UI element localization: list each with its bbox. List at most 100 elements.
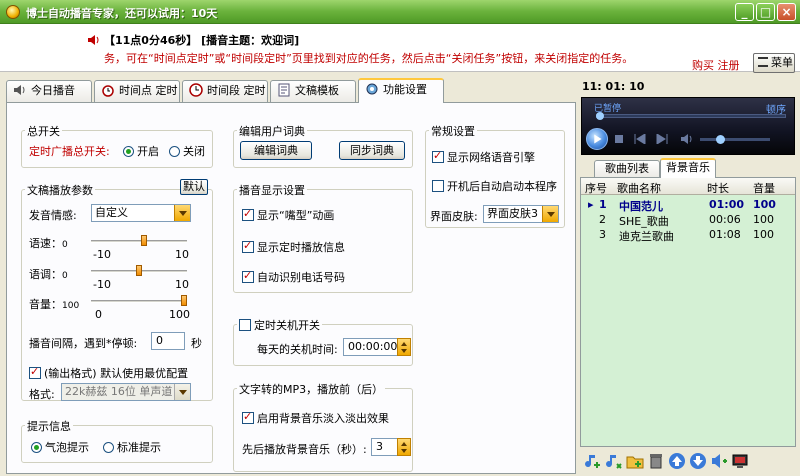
close-button[interactable]: × — [777, 3, 796, 21]
volume-bar[interactable] — [700, 138, 770, 141]
col-name[interactable]: 歌曲名称 — [617, 180, 661, 196]
buy-link[interactable]: 购买 — [692, 59, 714, 72]
volume-slider[interactable] — [91, 300, 187, 303]
radio-off-indicator — [103, 442, 114, 453]
notice-message: 务，可在“时间点定时”或“时间段定时”页里找到对应的任务，然后点击“关闭任务”按… — [104, 52, 634, 65]
bgm-seconds-spinner[interactable] — [397, 438, 411, 456]
col-number[interactable]: 序号 — [585, 180, 607, 196]
master-on-radio[interactable]: 开启 — [123, 143, 159, 159]
play-button[interactable] — [586, 128, 608, 150]
skin-label: 界面皮肤: — [430, 210, 478, 223]
move-down-icon[interactable] — [689, 452, 707, 470]
add-folder-icon[interactable] — [626, 452, 644, 470]
seek-bar[interactable] — [596, 114, 786, 118]
sync-dictionary-button[interactable]: 同步词典 — [339, 141, 405, 160]
volume-thumb[interactable] — [716, 135, 725, 144]
format-select[interactable]: 22k赫兹 16位 单声道 — [61, 383, 191, 401]
volume-slider-thumb[interactable] — [181, 295, 187, 306]
tab-timespan[interactable]: 时间段 定时 — [182, 80, 268, 102]
tab-templates[interactable]: 文稿模板 — [270, 80, 356, 102]
show-engine-checkbox[interactable]: 显示网络语音引擎 — [432, 149, 535, 165]
volume-icon[interactable] — [680, 133, 694, 145]
bgm-seconds-label: 先后播放背景音乐（秒）: — [242, 443, 367, 456]
radio-on-indicator — [123, 146, 134, 157]
speaker-icon — [14, 85, 25, 95]
shutdown-time-label: 每天的关机时间: — [257, 343, 338, 356]
title-bar[interactable]: 博士自动播音专家，还可以试用：10天 _ □ × — [0, 0, 800, 24]
interval-label: 播音间隔，遇到*停顿: — [29, 337, 138, 350]
alarm-clock-icon — [102, 85, 114, 97]
list-item[interactable]: 2 SHE_歌曲 00:06 100 — [581, 213, 795, 228]
notice-bar: 【11点0分46秒】 [播音主题：欢迎词] 务，可在“时间点定时”或“时间段定时… — [0, 24, 800, 73]
tab-settings[interactable]: 功能设置 — [358, 78, 444, 103]
play-icon — [594, 134, 602, 144]
chevron-down-icon — [542, 206, 558, 222]
checkbox-indicator — [432, 149, 444, 163]
mp3-group — [233, 388, 413, 472]
show-mouth-anim-checkbox[interactable]: 显示“嘴型”动画 — [242, 207, 334, 223]
volume-adjust-icon[interactable] — [710, 452, 728, 470]
list-item[interactable]: 3 迪克兰歌曲 01:08 100 — [581, 228, 795, 243]
col-volume[interactable]: 音量 — [753, 180, 775, 196]
speed-label: 语速： — [29, 237, 62, 250]
standard-tip-radio[interactable]: 标准提示 — [103, 439, 161, 455]
interval-input[interactable]: 0 — [151, 332, 185, 350]
tab-song-list[interactable]: 歌曲列表 — [594, 160, 660, 177]
move-up-icon[interactable] — [668, 452, 686, 470]
previous-icon[interactable] — [634, 134, 646, 144]
checkbox-indicator — [242, 207, 254, 221]
register-link[interactable]: 注册 — [718, 59, 740, 72]
song-list[interactable]: 序号 歌曲名称 时长 音量 ▸ 1 中国范儿 01:00 100 2 SHE_歌… — [580, 177, 796, 447]
format-label: 格式: — [29, 388, 55, 401]
autostart-checkbox[interactable]: 开机后自动启动本程序 — [432, 178, 557, 194]
seek-thumb[interactable] — [596, 112, 604, 120]
add-bgm-icon[interactable] — [605, 452, 623, 470]
master-switch-label: 定时广播总开关: — [29, 145, 110, 158]
edit-dictionary-button[interactable]: 编辑词典 — [240, 141, 312, 160]
show-timed-info-checkbox[interactable]: 显示定时播放信息 — [242, 239, 345, 255]
default-button[interactable]: 默认 — [180, 179, 208, 195]
shutdown-time-spinner[interactable] — [397, 338, 411, 356]
bgm-fade-checkbox[interactable]: 启用背景音乐淡入淡出效果 — [242, 410, 389, 426]
stop-icon[interactable] — [614, 134, 624, 144]
next-icon[interactable] — [656, 134, 668, 144]
settings-panel: 总开关 定时广播总开关: 开启 关闭 文稿播放参数 默认 发音情感: 自定义 语… — [6, 102, 576, 474]
tab-timepoint[interactable]: 时间点 定时 — [94, 80, 180, 102]
menu-button[interactable]: 菜单 — [753, 53, 795, 73]
radio-on-indicator — [31, 442, 42, 453]
pitch-max: 10 — [175, 278, 189, 291]
display-settings-title: 播音显示设置 — [237, 182, 307, 198]
bubble-tip-radio[interactable]: 气泡提示 — [31, 439, 89, 455]
delete-icon[interactable] — [647, 452, 665, 470]
bgm-seconds-input[interactable]: 3 — [371, 438, 399, 456]
list-item[interactable]: ▸ 1 中国范儿 01:00 100 — [581, 198, 795, 213]
emotion-select[interactable]: 自定义 — [91, 204, 191, 222]
add-song-icon[interactable] — [584, 452, 602, 470]
window-title: 博士自动播音专家，还可以试用：10天 — [26, 7, 218, 20]
chevron-down-icon — [174, 205, 190, 221]
speed-slider[interactable] — [91, 240, 187, 243]
mp3-title: 文字转的MP3，播放前（后） — [237, 381, 386, 397]
tab-background-music[interactable]: 背景音乐 — [660, 158, 716, 178]
skin-select[interactable]: 界面皮肤3 — [483, 205, 559, 223]
interval-unit: 秒 — [191, 337, 202, 350]
clock-icon — [189, 83, 203, 97]
minimize-button[interactable]: _ — [735, 3, 754, 21]
maximize-button[interactable]: □ — [756, 3, 775, 21]
output-format-checkbox[interactable]: (输出格式) 默认使用最优配置 — [29, 365, 188, 381]
shutdown-checkbox[interactable]: 定时关机开关 — [237, 317, 322, 333]
shutdown-time-input[interactable]: 00:00:00 — [343, 338, 399, 356]
volume-hundred: 100 — [62, 301, 80, 311]
tab-today[interactable]: 今日播音 — [6, 80, 92, 102]
volume-max: 100 — [169, 308, 190, 321]
speed-slider-thumb[interactable] — [140, 235, 147, 246]
pitch-slider-thumb[interactable] — [136, 265, 142, 276]
detect-phone-checkbox[interactable]: 自动识别电话号码 — [242, 269, 345, 285]
master-off-radio[interactable]: 关闭 — [169, 143, 205, 159]
menu-icon — [758, 57, 768, 67]
speed-max: 10 — [175, 248, 189, 261]
radio-off-indicator — [169, 146, 180, 157]
alert-speaker-icon — [88, 35, 99, 45]
monitor-icon[interactable] — [731, 452, 749, 470]
col-duration[interactable]: 时长 — [707, 180, 729, 196]
